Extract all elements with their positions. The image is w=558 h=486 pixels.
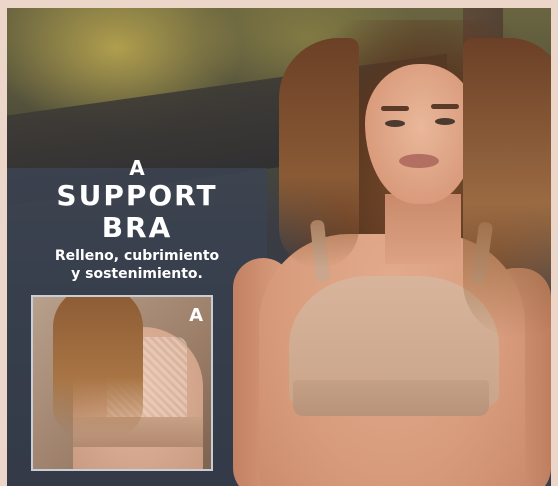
left-brow	[381, 106, 409, 111]
hair-right	[463, 38, 551, 338]
product-letter: A	[129, 156, 145, 180]
product-title-line2: BRA	[101, 211, 173, 244]
left-eye	[385, 120, 405, 127]
product-description: Relleno, cubrimiento y sostenimiento.	[37, 247, 237, 283]
right-eye	[435, 118, 455, 125]
photo-frame: A SUPPORT BRA Relleno, cubrimiento y sos…	[0, 0, 558, 486]
hair-left	[279, 38, 359, 268]
neck	[385, 194, 461, 264]
description-line2: y sostenimiento.	[71, 266, 203, 282]
lips	[399, 154, 439, 168]
product-title-line1: SUPPORT	[56, 179, 218, 212]
inset-label: A	[189, 305, 203, 326]
right-brow	[431, 104, 459, 109]
inset-back-view-photo: A	[31, 295, 213, 471]
description-line1: Relleno, cubrimiento	[54, 248, 220, 264]
bra-band	[293, 380, 489, 416]
inset-hair	[53, 297, 143, 437]
